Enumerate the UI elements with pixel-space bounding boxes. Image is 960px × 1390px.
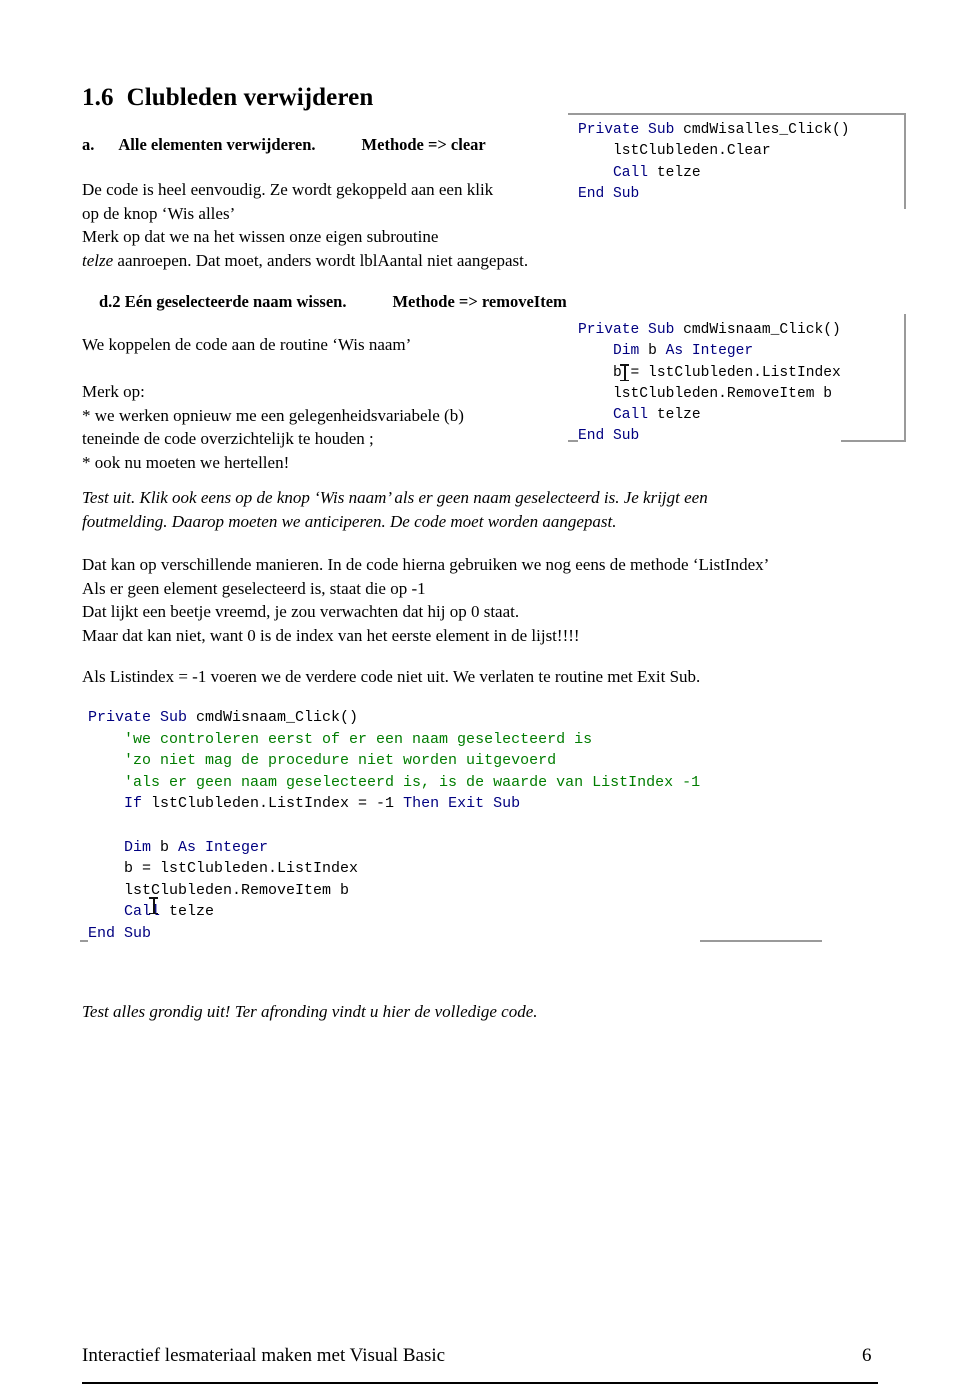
code-b2-l1-keyword: Private Sub	[578, 322, 684, 338]
code-b2-l3: b = lstClubleden.ListIndex	[578, 364, 841, 381]
code-b3-l6-keyword2: As Integer	[178, 838, 269, 856]
subsection-a-body-line4: telze aanroepen. Dat moet, anders wordt …	[82, 249, 562, 273]
section-number: 1.6	[82, 84, 114, 111]
subsection-d2-notes: Merk op: * we werken opnieuw me een gele…	[82, 380, 552, 474]
code-b2-l2-keyword2: As Integer	[665, 343, 754, 360]
page-title: 1.6 Clubleden verwijderen	[82, 84, 373, 112]
code-b3-l3-comment: 'zo niet mag de procedure niet worden ui…	[88, 752, 557, 770]
code-b1-l2: lstClubleden.Clear	[578, 143, 771, 160]
code-b2-l2-plain1: b	[648, 343, 666, 360]
code-b1-l1-plain: cmdWisalles_Click()	[683, 122, 850, 138]
subsection-a-title: Alle elementen verwijderen.	[118, 135, 316, 154]
explanation-line5: Als Listindex = -1 voeren we de verdere …	[82, 667, 701, 686]
subsection-d2-label: d.2	[99, 292, 121, 311]
code-b2-l5-keyword: Call	[578, 407, 657, 424]
subsection-d2-note-header: Merk op:	[82, 382, 145, 401]
code-b3-l8: lstClubleden.RemoveItem b	[88, 881, 350, 899]
code-b3-l7: b = lstClubleden.ListIndex	[88, 860, 359, 878]
section-title: Clubleden verwijderen	[126, 84, 374, 111]
code-block-2: Private Sub cmdWisnaam_Click() Dim b As …	[578, 320, 841, 448]
code-b3-l4-comment: 'als er geen naam geselecteerd is, is de…	[88, 773, 701, 791]
code-b2-l4: lstClubleden.RemoveItem b	[578, 385, 832, 402]
code-b2-l5-plain: telze	[656, 407, 701, 424]
code-block-1-top-rule	[568, 113, 906, 115]
test-note-line1: Test uit. Klik ook eens op de knop ‘Wis …	[82, 488, 708, 507]
code-block-1-right-rule	[904, 113, 906, 209]
subsection-a-heading: a. Alle elementen verwijderen. Methode => …	[82, 135, 486, 155]
subsection-d2-intro: We koppelen de code aan de routine ‘Wis …	[82, 335, 412, 354]
subsection-d2-method: Methode => removeItem	[392, 292, 567, 311]
subsection-d2-note-line2: teneinde de code overzichtelijk te houde…	[82, 429, 374, 448]
code-b3-l5-keyword2: Then Exit Sub	[403, 795, 521, 813]
code-b3-l6-keyword1: Dim	[88, 838, 161, 856]
test-note-line2: foutmelding. Daarop moeten we anticipere…	[82, 512, 617, 531]
code-b1-l1-keyword: Private Sub	[578, 122, 684, 138]
explanation-line3: Dat lijkt een beetje vreemd, je zou verw…	[82, 602, 520, 621]
explanation-paragraph: Dat kan op verschillende manieren. In de…	[82, 553, 872, 647]
subsection-a-body-line4-rest: aanroepen. Dat moet, anders wordt lblAan…	[113, 250, 529, 270]
subsection-a-method: Methode => clear	[361, 135, 486, 154]
explanation-line1: Dat kan op verschillende manieren. In de…	[82, 555, 770, 574]
code-b1-l3-keyword: Call	[578, 164, 657, 181]
code-b1-l3-plain: telze	[656, 164, 701, 181]
code-b2-l2-keyword1: Dim	[578, 343, 649, 360]
closing-note: Test alles grondig uit! Ter afronding vi…	[82, 1002, 538, 1021]
test-note: Test uit. Klik ook eens op de knop ‘Wis …	[82, 486, 842, 534]
code-b3-l1-plain: cmdWisnaam_Click()	[196, 709, 359, 726]
subsection-d2-title: Eén geselecteerde naam wissen.	[124, 292, 347, 311]
subsection-d2-heading: d.2 Eén geselecteerde naam wissen. Method…	[99, 292, 567, 312]
subsection-a-body-line3: Merk op dat we na het wissen onze eigen …	[82, 227, 439, 246]
code-block-1: Private Sub cmdWisalles_Click() lstClubl…	[578, 120, 850, 206]
code-b2-l6-keyword: End Sub	[578, 428, 640, 445]
code-block-3: Private Sub cmdWisnaam_Click() 'we contr…	[88, 707, 701, 945]
explanation-line4: Maar dat kan niet, want 0 is de index va…	[82, 625, 580, 645]
footer-page-number: 6	[862, 1345, 872, 1366]
subsection-a-body: De code is heel eenvoudig. Ze wordt geko…	[82, 178, 562, 272]
code-b3-l5-keyword1: If	[88, 795, 152, 813]
code-b3-l2-comment: 'we controleren eerst of er een naam ges…	[88, 730, 593, 748]
subsection-d2-note-line3: * ook nu moeten we hertellen!	[82, 452, 290, 472]
subsection-a-body-line4-italic: telze	[82, 250, 114, 270]
subsection-a-body-line1: De code is heel eenvoudig. Ze wordt geko…	[82, 180, 494, 199]
code-b2-l1-plain: cmdWisnaam_Click()	[683, 322, 841, 338]
code-b1-l4-keyword: End Sub	[578, 185, 640, 202]
subsection-a-body-line2: op de knop ‘Wis alles’	[82, 203, 236, 223]
code-b3-l10-keyword: End Sub	[88, 924, 152, 942]
code-b3-l9-plain: telze	[169, 903, 215, 921]
code-b3-l9-keyword: Call	[88, 903, 170, 921]
code-b3-l1-keyword: Private Sub	[88, 709, 197, 726]
document-page: 1.6 Clubleden verwijderen a. Alle elemente…	[0, 0, 960, 1390]
code-b3-l5-plain1: lstClubleden.ListIndex = -1	[151, 795, 404, 813]
subsection-a-label: a.	[82, 135, 95, 154]
code-block-2-right-rule	[904, 314, 906, 440]
footer-divider	[82, 1382, 878, 1384]
code-b3-l6-plain1: b	[160, 838, 179, 856]
footer-title: Interactief lesmateriaal maken met Visua…	[82, 1345, 446, 1366]
subsection-d2-note-line1: * we werken opnieuw me een gelegenheidsv…	[82, 405, 464, 425]
explanation-line2: Als er geen element geselecteerd is, sta…	[82, 578, 426, 598]
